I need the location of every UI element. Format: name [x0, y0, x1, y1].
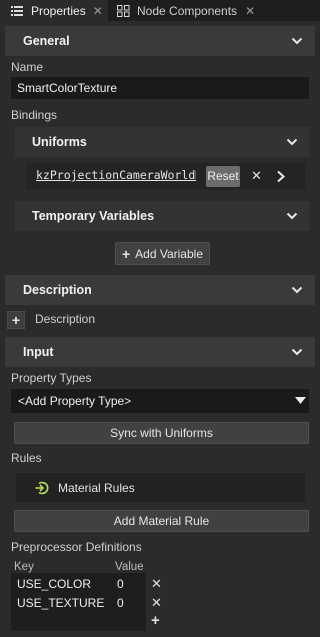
material-rules-item[interactable]: Material Rules	[16, 473, 305, 502]
sync-with-uniforms-button[interactable]: Sync with Uniforms	[14, 422, 309, 444]
table-cell-key[interactable]: USE_TEXTURE	[17, 596, 104, 610]
tab-node-components-label: Node Components	[137, 3, 238, 18]
close-icon[interactable]: ✕	[93, 4, 103, 18]
tab-bar: Properties ✕ Node Components ✕	[0, 0, 320, 21]
section-description-header[interactable]: Description	[5, 275, 315, 305]
property-type-dropdown[interactable]: <Add Property Type>	[11, 389, 309, 413]
section-description-title: Description	[23, 283, 92, 297]
dropdown-arrow-icon	[295, 397, 306, 404]
remove-definition-icon[interactable]: ✕	[151, 576, 162, 592]
chevron-down-icon[interactable]	[291, 346, 303, 358]
table-cell-value[interactable]: 0	[117, 596, 124, 610]
list-icon	[10, 5, 24, 17]
chevron-down-icon[interactable]	[286, 136, 298, 148]
node-components-icon	[116, 4, 130, 17]
preprocessor-definitions-label: Preprocessor Definitions	[11, 540, 142, 554]
expand-description-button[interactable]: +	[7, 311, 25, 329]
name-field[interactable]: SmartColorTexture	[11, 77, 309, 99]
property-type-dropdown-value: <Add Property Type>	[18, 394, 132, 408]
chevron-down-icon[interactable]	[291, 35, 303, 47]
column-header-value: Value	[115, 561, 144, 573]
add-definition-icon[interactable]: +	[151, 612, 160, 629]
temporary-variables-header[interactable]: Temporary Variables	[15, 201, 310, 231]
name-label: Name	[11, 60, 44, 74]
column-header-key: Key	[14, 561, 34, 573]
temporary-variables-title: Temporary Variables	[32, 209, 155, 223]
add-variable-label: Add Variable	[135, 246, 203, 261]
add-material-rule-button[interactable]: Add Material Rule	[14, 510, 309, 532]
bindings-label: Bindings	[11, 108, 58, 122]
uniform-name-link[interactable]: kzProjectionCameraWorldMatrix	[36, 168, 196, 182]
add-variable-button[interactable]: + Add Variable	[115, 242, 210, 265]
uniforms-header[interactable]: Uniforms	[15, 127, 310, 157]
property-types-label: Property Types	[11, 371, 92, 385]
uniform-row: kzProjectionCameraWorldMatrix Reset ✕	[26, 163, 305, 190]
remove-uniform-icon[interactable]: ✕	[251, 168, 262, 184]
material-rules-label: Material Rules	[58, 480, 135, 495]
uniforms-title: Uniforms	[32, 135, 87, 149]
preprocessor-table: USE_COLOR 0 USE_TEXTURE 0	[11, 573, 146, 631]
chevron-down-icon[interactable]	[286, 210, 298, 222]
remove-definition-icon[interactable]: ✕	[151, 595, 162, 611]
tab-properties-label: Properties	[31, 3, 86, 18]
section-input-header[interactable]: Input	[5, 337, 315, 367]
tab-properties[interactable]: Properties ✕	[0, 0, 108, 21]
plus-icon: +	[11, 312, 21, 328]
rules-label: Rules	[11, 451, 42, 465]
chevron-right-icon[interactable]	[276, 170, 286, 183]
tab-node-components[interactable]: Node Components ✕	[110, 0, 260, 21]
table-cell-key[interactable]: USE_COLOR	[17, 577, 91, 591]
section-input-title: Input	[23, 345, 54, 359]
plus-icon: +	[121, 245, 131, 262]
table-cell-value[interactable]: 0	[117, 577, 124, 591]
rules-enter-icon	[35, 481, 49, 494]
chevron-down-icon[interactable]	[291, 284, 303, 296]
description-item-label: Description	[35, 312, 96, 326]
section-general-title: General	[23, 34, 70, 48]
section-general-header[interactable]: General	[5, 26, 315, 56]
close-icon[interactable]: ✕	[245, 4, 255, 18]
reset-button[interactable]: Reset	[206, 166, 240, 187]
